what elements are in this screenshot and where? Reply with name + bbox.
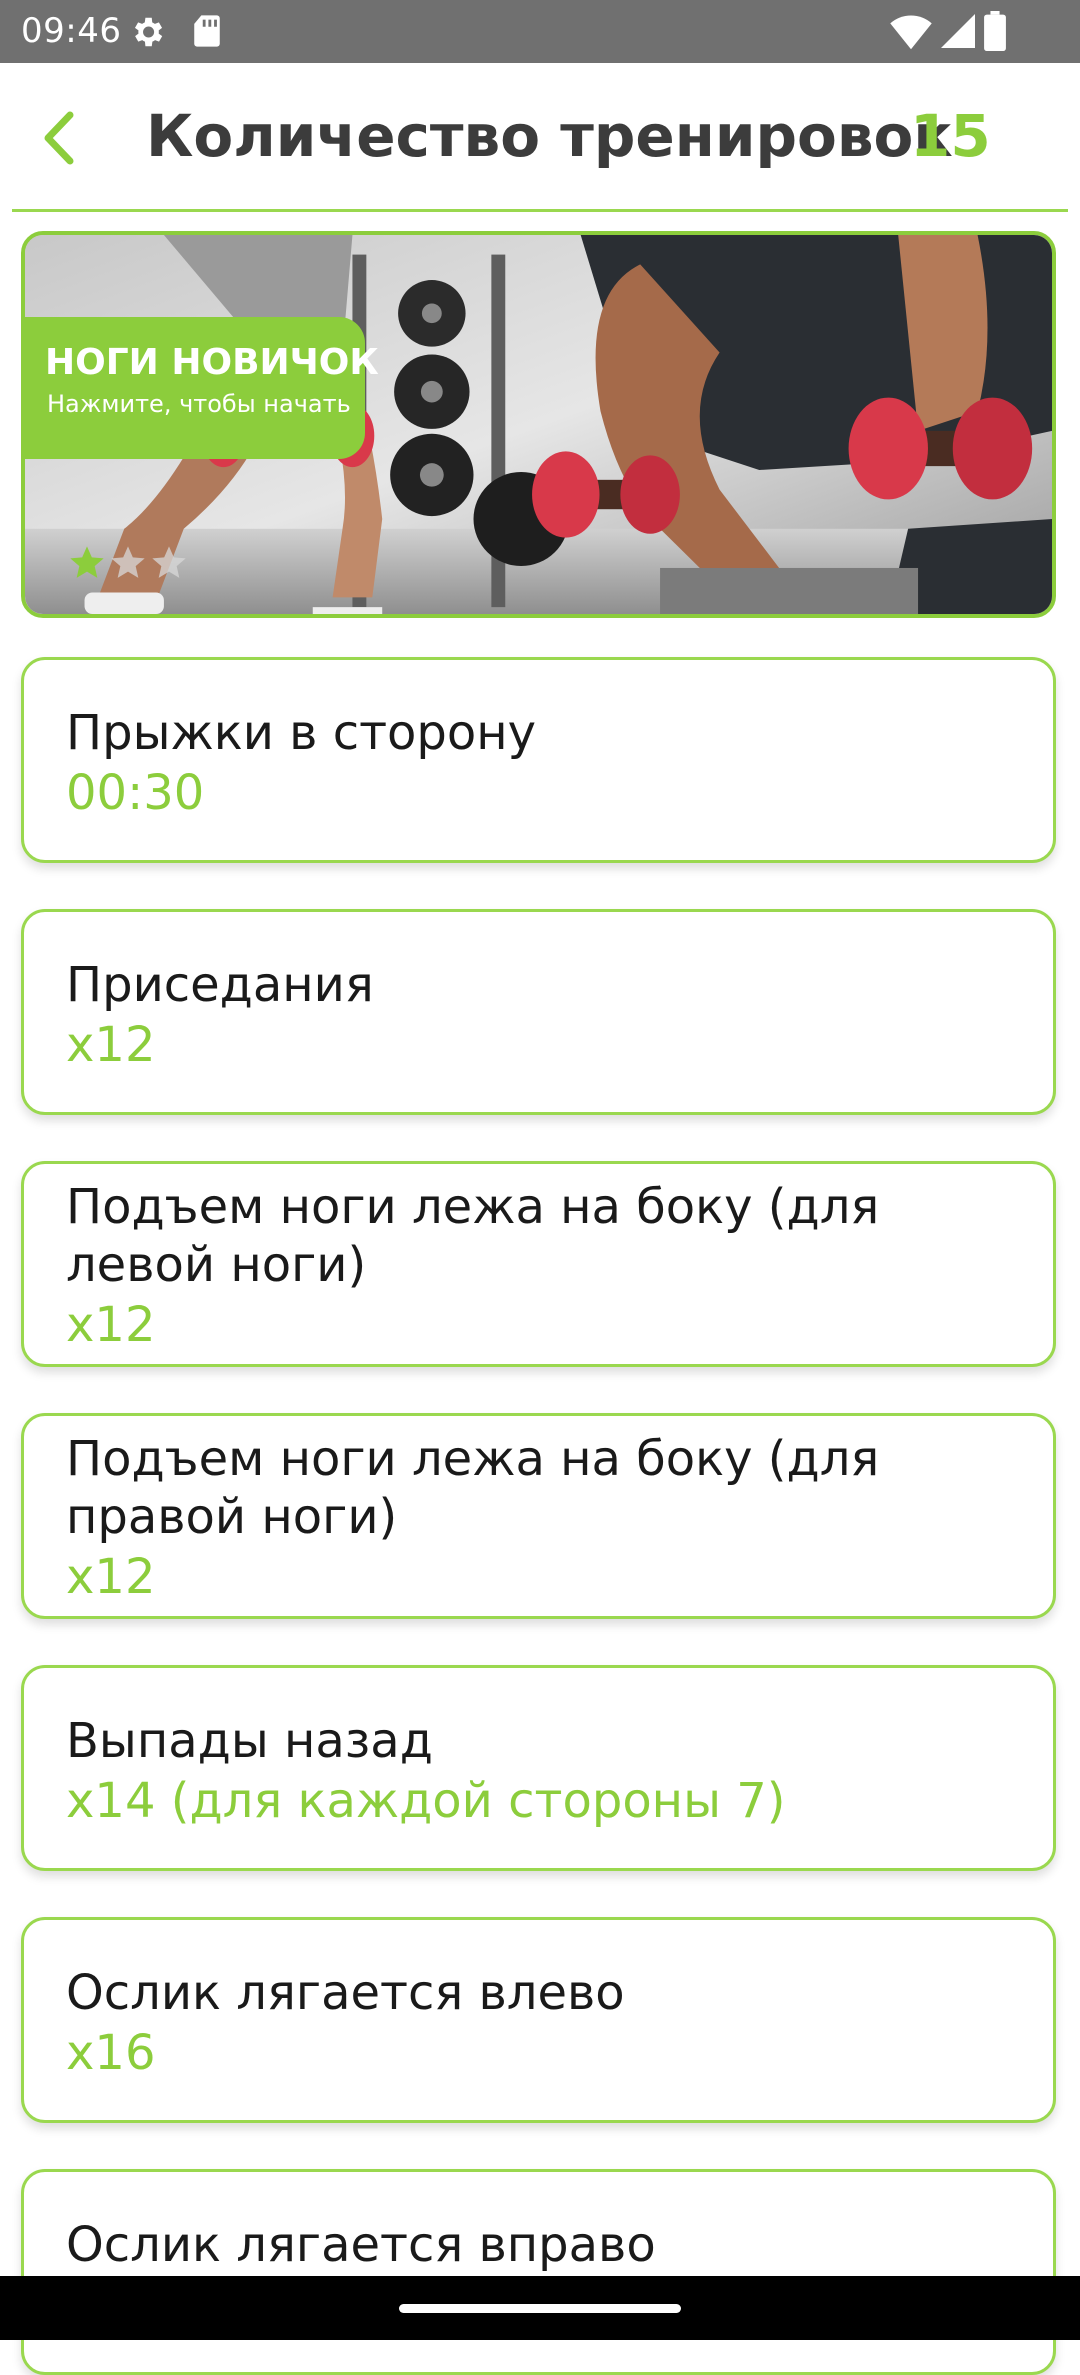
workout-banner[interactable]: НОГИ НОВИЧОК Нажмите, чтобы начать bbox=[21, 231, 1056, 618]
exercise-card[interactable]: Ослик лягается вправо bbox=[21, 2169, 1056, 2375]
exercise-name: Подъем ноги лежа на боку (для правой ног… bbox=[66, 1431, 880, 1545]
exercise-card[interactable]: Выпады назад x14 (для каждой стороны 7) bbox=[21, 1665, 1056, 1871]
exercise-name: Приседания bbox=[66, 957, 374, 1013]
star-filled-icon bbox=[70, 546, 104, 578]
exercise-value: x12 bbox=[66, 1297, 156, 1353]
exercise-value: x12 bbox=[66, 1549, 156, 1605]
banner-label: НОГИ НОВИЧОК Нажмите, чтобы начать bbox=[25, 317, 379, 459]
sd-card-icon bbox=[194, 15, 220, 47]
status-bar: 09:46 bbox=[0, 0, 1080, 63]
exercise-value: 00:30 bbox=[66, 765, 205, 821]
exercise-name: Подъем ноги лежа на боку (для левой ноги… bbox=[66, 1179, 880, 1293]
app-bar: Количество тренировок 15 bbox=[0, 63, 1080, 211]
difficulty-rating bbox=[67, 543, 186, 583]
banner-subtitle: Нажмите, чтобы начать bbox=[47, 390, 351, 418]
star-empty-icon bbox=[152, 546, 186, 578]
exercise-card[interactable]: Ослик лягается влево x16 bbox=[21, 1917, 1056, 2123]
page-title: Количество тренировок bbox=[146, 102, 953, 170]
exercise-name: Ослик лягается влево bbox=[66, 1965, 625, 2021]
banner-title: НОГИ НОВИЧОК bbox=[45, 342, 379, 383]
status-time: 09:46 bbox=[21, 11, 122, 51]
exercise-name: Прыжки в сторону bbox=[66, 705, 537, 761]
exercise-name: Ослик лягается вправо bbox=[66, 2217, 656, 2273]
settings-gear-icon bbox=[134, 17, 163, 47]
workout-count: 15 bbox=[910, 102, 991, 170]
back-arrow-icon[interactable] bbox=[30, 103, 90, 173]
exercise-value: x12 bbox=[66, 1017, 156, 1073]
battery-icon bbox=[984, 11, 1006, 51]
system-nav-bar bbox=[0, 2276, 1080, 2340]
header-divider bbox=[12, 209, 1068, 212]
exercise-card[interactable]: Подъем ноги лежа на боку (для левой ноги… bbox=[21, 1161, 1056, 1367]
signal-icon bbox=[941, 14, 975, 48]
exercise-card[interactable]: Подъем ноги лежа на боку (для правой ног… bbox=[21, 1413, 1056, 1619]
wifi-icon bbox=[890, 15, 932, 50]
home-gesture-handle[interactable] bbox=[399, 2304, 681, 2313]
exercise-card[interactable]: Прыжки в сторону 00:30 bbox=[21, 657, 1056, 863]
exercise-name: Выпады назад bbox=[66, 1713, 433, 1769]
star-empty-icon bbox=[111, 546, 145, 578]
exercise-card[interactable]: Приседания x12 bbox=[21, 909, 1056, 1115]
exercise-value: x14 (для каждой стороны 7) bbox=[66, 1773, 786, 1829]
exercise-value: x16 bbox=[66, 2025, 156, 2081]
